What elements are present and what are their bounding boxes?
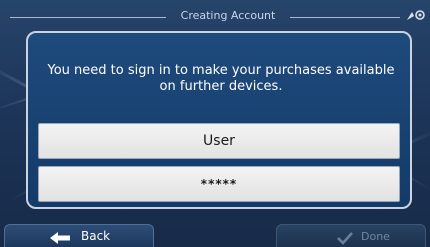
arrow-left-icon <box>49 230 71 244</box>
creating-account-screen: Creating Account You need to sign in to … <box>0 0 430 247</box>
title-bar: Creating Account <box>0 0 430 26</box>
done-button-label: Done <box>361 230 390 243</box>
password-field[interactable]: ***** <box>38 166 400 202</box>
done-button[interactable]: Done <box>276 224 426 247</box>
bottom-bar: Back Done <box>0 224 430 247</box>
title-divider-right <box>290 17 400 18</box>
checkmark-icon <box>337 230 353 245</box>
sign-in-dialog: You need to sign in to make your purchas… <box>26 31 412 209</box>
back-button-label: Back <box>81 229 111 243</box>
gps-signal-icon <box>405 8 427 24</box>
page-title: Creating Account <box>180 9 276 22</box>
username-field[interactable]: User <box>38 123 400 159</box>
title-divider-left <box>10 17 166 18</box>
dialog-message: You need to sign in to make your purchas… <box>47 63 395 94</box>
back-button[interactable]: Back <box>4 224 154 247</box>
